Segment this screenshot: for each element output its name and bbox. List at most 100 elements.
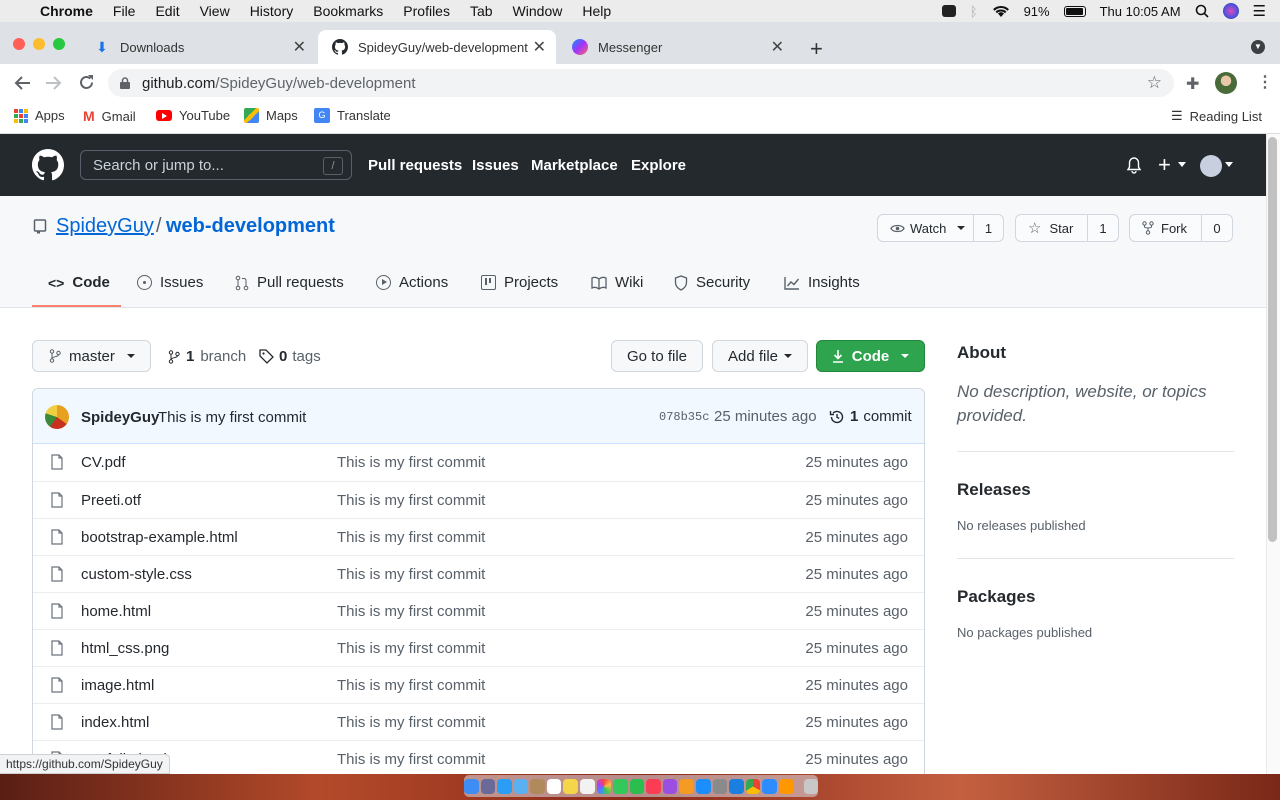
music-icon[interactable]: [646, 778, 661, 794]
fork-count[interactable]: 0: [1202, 221, 1232, 236]
chrome-menu-icon[interactable]: ⋮: [1257, 72, 1273, 92]
bookmark-apps[interactable]: Apps: [14, 108, 65, 123]
contacts-icon[interactable]: [530, 778, 545, 794]
reminders-icon[interactable]: [579, 778, 595, 794]
menu-file[interactable]: File: [113, 3, 136, 19]
close-icon[interactable]: ✕: [533, 37, 546, 57]
menu-bookmarks[interactable]: Bookmarks: [313, 3, 383, 19]
nav-pull-requests[interactable]: Pull requests: [368, 157, 462, 174]
tab-security[interactable]: Security: [674, 274, 750, 291]
mail-icon[interactable]: [513, 778, 529, 794]
bluetooth-icon[interactable]: ᛒ: [970, 4, 978, 19]
file-name[interactable]: CV.pdf: [81, 454, 125, 471]
menu-help[interactable]: Help: [582, 3, 611, 19]
file-row[interactable]: home.html This is my first commit 25 minut…: [33, 592, 924, 629]
forward-arrow-icon[interactable]: [45, 75, 63, 91]
finder-icon[interactable]: [463, 778, 479, 794]
profile-avatar[interactable]: [1215, 72, 1237, 94]
nav-explore[interactable]: Explore: [631, 157, 686, 174]
tab-projects[interactable]: Projects: [481, 274, 558, 291]
wifi-icon[interactable]: [992, 4, 1010, 18]
tab-downloads[interactable]: ⬇ Downloads ✕: [80, 30, 316, 64]
star-count[interactable]: 1: [1088, 221, 1118, 236]
fork-button[interactable]: Fork 0: [1129, 214, 1233, 242]
commit-sha[interactable]: 078b35c: [659, 410, 709, 424]
menu-history[interactable]: History: [250, 3, 294, 19]
xcode-icon[interactable]: [729, 778, 744, 794]
menu-tab[interactable]: Tab: [470, 3, 493, 19]
github-user-avatar[interactable]: [1200, 155, 1222, 177]
trash-icon[interactable]: [803, 778, 819, 794]
notifications-bell-icon[interactable]: [1126, 157, 1142, 174]
file-row[interactable]: bootstrap-example.html This is my first c…: [33, 518, 924, 555]
extensions-icon[interactable]: ✚: [1186, 74, 1199, 94]
file-commit-message[interactable]: This is my first commit: [337, 751, 485, 768]
sublime-text-icon[interactable]: [778, 778, 794, 794]
bookmark-gmail[interactable]: M Gmail: [83, 108, 136, 124]
tab-messenger[interactable]: Messenger ✕: [558, 30, 794, 64]
commit-author[interactable]: SpideyGuy: [81, 409, 159, 426]
window-zoom-button[interactable]: [53, 38, 65, 50]
control-center-icon[interactable]: ☰: [1253, 2, 1266, 20]
tab-insights[interactable]: Insights: [784, 274, 860, 291]
file-row[interactable]: custom-style.css This is my first commit 2…: [33, 555, 924, 592]
bookmark-youtube[interactable]: YouTube: [156, 108, 230, 123]
safari-icon[interactable]: [497, 778, 512, 794]
notes-icon[interactable]: [563, 778, 578, 794]
menu-profiles[interactable]: Profiles: [403, 3, 450, 19]
calendar-icon[interactable]: [546, 778, 562, 794]
address-bar[interactable]: github.com/SpideyGuy/web-development ☆: [108, 69, 1174, 97]
back-arrow-icon[interactable]: [13, 75, 31, 91]
new-tab-button[interactable]: +: [810, 36, 823, 62]
author-avatar[interactable]: [45, 405, 69, 429]
window-close-button[interactable]: [13, 38, 25, 50]
branches-link[interactable]: 1 branch: [168, 348, 246, 365]
file-row[interactable]: CV.pdf This is my first commit 25 minutes …: [33, 444, 924, 481]
close-icon[interactable]: ✕: [293, 37, 306, 57]
messages-icon[interactable]: [613, 778, 628, 794]
file-name[interactable]: home.html: [81, 603, 151, 620]
code-download-button[interactable]: Code: [816, 340, 925, 372]
file-commit-message[interactable]: This is my first commit: [337, 714, 485, 731]
file-commit-message[interactable]: This is my first commit: [337, 677, 485, 694]
repo-owner-link[interactable]: SpideyGuy: [56, 215, 154, 238]
menu-window[interactable]: Window: [513, 3, 563, 19]
battery-icon[interactable]: [1063, 5, 1086, 17]
tags-link[interactable]: 0 tags: [259, 348, 321, 365]
file-commit-message[interactable]: This is my first commit: [337, 529, 485, 546]
star-button[interactable]: ☆ Star 1: [1015, 214, 1119, 242]
bookmark-translate[interactable]: G Translate: [314, 108, 391, 123]
file-name[interactable]: Preeti.otf: [81, 492, 141, 509]
commit-message[interactable]: This is my first commit: [158, 409, 306, 426]
releases-heading[interactable]: Releases: [957, 480, 1031, 500]
file-name[interactable]: index.html: [81, 714, 149, 731]
file-row[interactable]: image.html This is my first commit 25 minu…: [33, 666, 924, 703]
nav-marketplace[interactable]: Marketplace: [531, 157, 618, 174]
file-row[interactable]: html_css.png This is my first commit 25 mi…: [33, 629, 924, 666]
bookmark-maps[interactable]: Maps: [244, 108, 298, 123]
app-store-icon[interactable]: [696, 778, 711, 794]
tab-code[interactable]: <> Code: [48, 274, 110, 291]
tab-github-repo[interactable]: SpideyGuy/web-development ✕: [318, 30, 556, 64]
add-file-button[interactable]: Add file: [712, 340, 808, 372]
reading-list[interactable]: ☰ Reading List: [1171, 108, 1262, 124]
close-icon[interactable]: ✕: [771, 37, 784, 57]
repo-name-link[interactable]: web-development: [166, 215, 335, 238]
file-commit-message[interactable]: This is my first commit: [337, 640, 485, 657]
scrollbar-thumb[interactable]: [1268, 137, 1277, 542]
siri-icon[interactable]: [1222, 3, 1239, 19]
tab-pull-requests[interactable]: Pull requests: [235, 274, 344, 291]
bookmark-star-icon[interactable]: ☆: [1147, 73, 1162, 93]
window-minimize-button[interactable]: [33, 38, 45, 50]
chrome-icon[interactable]: [745, 778, 761, 794]
file-row[interactable]: Preeti.otf This is my first commit 25 minu…: [33, 481, 924, 518]
tab-wiki[interactable]: Wiki: [591, 274, 643, 291]
tab-actions[interactable]: Actions: [376, 274, 448, 291]
tab-search-icon[interactable]: ▼: [1251, 40, 1265, 54]
branch-select-button[interactable]: master: [32, 340, 151, 372]
menu-edit[interactable]: Edit: [155, 3, 179, 19]
menu-app-chrome[interactable]: Chrome: [40, 3, 93, 19]
photos-icon[interactable]: [596, 778, 612, 794]
file-commit-message[interactable]: This is my first commit: [337, 492, 485, 509]
create-new-plus-icon[interactable]: +: [1158, 152, 1171, 178]
